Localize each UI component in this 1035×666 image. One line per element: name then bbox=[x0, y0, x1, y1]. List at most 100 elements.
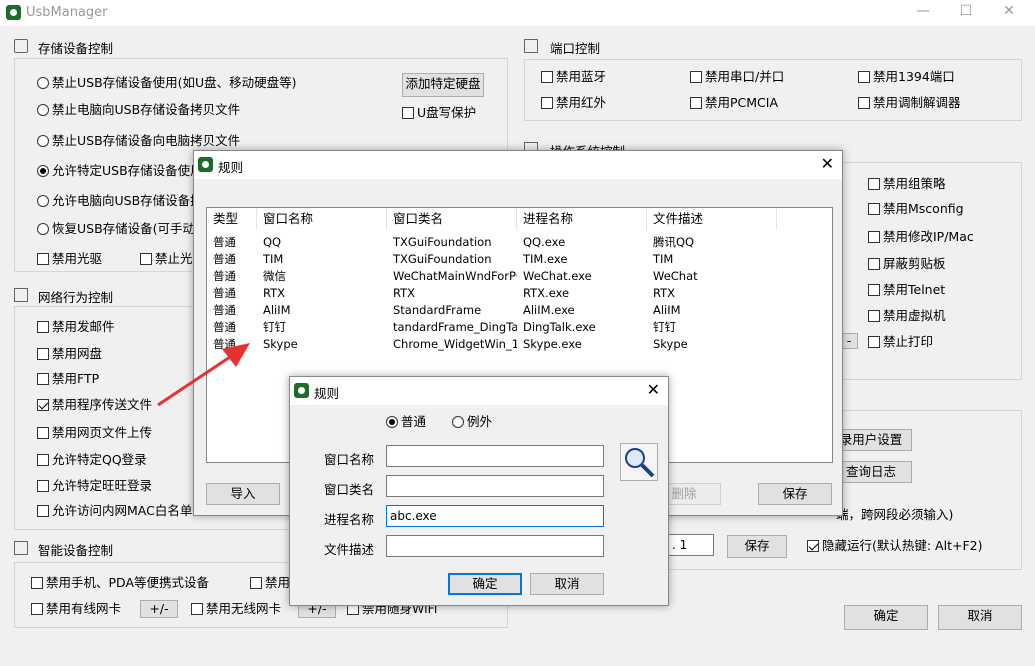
checkbox-icon bbox=[37, 253, 49, 265]
table-row[interactable]: 普通 Skype Chrome_WidgetWin_1 Skype.exe Skype bbox=[207, 336, 827, 353]
table-row[interactable]: 普通 钉钉 tandardFrame_DingTalk DingTalk.exe 钉钉 bbox=[207, 319, 827, 336]
network-item[interactable]: 禁用网页文件上传 bbox=[37, 424, 152, 442]
port-item[interactable]: 禁用PCMCIA bbox=[690, 94, 778, 112]
main-cancel-button[interactable]: 取消 bbox=[938, 605, 1022, 630]
col-file-desc[interactable]: 文件描述 bbox=[647, 208, 777, 230]
os-item[interactable]: 禁用虚拟机 bbox=[868, 307, 946, 325]
network-item[interactable]: 禁用FTP bbox=[37, 370, 99, 388]
wired-plusminus-button[interactable]: +/- bbox=[140, 600, 178, 618]
port-item[interactable]: 禁用调制解调器 bbox=[858, 94, 961, 112]
table-cell: TXGuiFoundation bbox=[393, 235, 492, 249]
table-row[interactable]: 普通 AliIM StandardFrame AliIM.exe AliIM bbox=[207, 302, 827, 319]
table-cell: WeChat bbox=[653, 269, 698, 283]
save-settings-button[interactable]: 保存 bbox=[727, 535, 787, 558]
os-item[interactable]: 禁止打印 bbox=[868, 333, 933, 351]
radio-label: 允许电脑向USB存储设备拷 bbox=[52, 193, 203, 208]
rule-dialog-close-icon[interactable]: ✕ bbox=[647, 380, 660, 399]
port-item[interactable]: 禁用红外 bbox=[541, 94, 606, 112]
table-cell: DingTalk.exe bbox=[523, 320, 596, 334]
network-icon bbox=[14, 288, 28, 302]
hide-run-checkbox[interactable]: 隐藏运行(默认热键: Alt+F2) bbox=[807, 537, 982, 555]
rule-cancel-button[interactable]: 取消 bbox=[530, 573, 604, 595]
rule-ok-button[interactable]: 确定 bbox=[448, 573, 522, 595]
process-name-field[interactable]: abc.exe bbox=[386, 505, 604, 527]
os-item[interactable]: 屏蔽剪贴板 bbox=[868, 255, 946, 273]
os-item[interactable]: 禁用组策略 bbox=[868, 175, 946, 193]
rule-dialog-titlebar: 规则 ✕ bbox=[290, 377, 668, 405]
network-item[interactable]: 禁用程序传送文件 bbox=[37, 396, 152, 414]
disable-cdrom-checkbox[interactable]: 禁用光驱 bbox=[37, 250, 102, 268]
checkbox-icon bbox=[868, 203, 880, 215]
disable-wireless-nic-checkbox[interactable]: 禁用无线网卡 bbox=[191, 600, 281, 618]
disable-other-checkbox[interactable]: 禁止光 bbox=[140, 250, 193, 268]
table-cell: RTX bbox=[263, 286, 286, 300]
disable-phone-checkbox[interactable]: 禁用手机、PDA等便携式设备 bbox=[31, 574, 209, 592]
usb-write-protect-checkbox[interactable]: U盘写保护 bbox=[402, 104, 476, 122]
file-desc-field[interactable] bbox=[386, 535, 604, 557]
app-icon bbox=[6, 5, 21, 20]
network-item[interactable]: 禁用发邮件 bbox=[37, 318, 115, 336]
close-button[interactable]: ✕ bbox=[994, 3, 1024, 23]
window-name-field[interactable] bbox=[386, 445, 604, 467]
rules-save-button[interactable]: 保存 bbox=[758, 483, 832, 505]
window-name-label: 窗口名称 bbox=[324, 452, 375, 467]
arrow-line bbox=[157, 351, 237, 407]
radio-allow-specific-usb[interactable]: 允许特定USB存储设备使用 bbox=[37, 162, 203, 180]
checkbox-icon bbox=[37, 427, 49, 439]
add-specific-disk-button[interactable]: 添加特定硬盘 bbox=[402, 73, 484, 97]
col-window-name[interactable]: 窗口名称 bbox=[257, 208, 387, 230]
import-button[interactable]: 导入 bbox=[206, 483, 280, 505]
col-type[interactable]: 类型 bbox=[207, 208, 257, 230]
table-cell: QQ.exe bbox=[523, 235, 566, 249]
table-row[interactable]: 普通 QQ TXGuiFoundation QQ.exe 腾讯QQ bbox=[207, 234, 827, 251]
radio-allow-copy-to-usb[interactable]: 允许电脑向USB存储设备拷 bbox=[37, 192, 203, 210]
table-cell: 普通 bbox=[213, 320, 236, 334]
port-item[interactable]: 禁用蓝牙 bbox=[541, 68, 606, 86]
col-process-name[interactable]: 进程名称 bbox=[517, 208, 647, 230]
network-item[interactable]: 禁用网盘 bbox=[37, 345, 102, 363]
table-row[interactable]: 普通 RTX RTX RTX.exe RTX bbox=[207, 285, 827, 302]
table-cell: AliIM bbox=[263, 303, 291, 317]
ip-field[interactable]: . 1 bbox=[668, 534, 714, 556]
radio-label: 禁止USB存储设备向电脑拷贝文件 bbox=[52, 133, 241, 148]
os-item[interactable]: 禁用Msconfig bbox=[868, 200, 964, 218]
network-item[interactable]: 允许特定旺旺登录 bbox=[37, 477, 152, 495]
rule-edit-dialog: 规则 ✕ 普通 例外 窗口名称 窗口类名 进程名称 abc.exe 文件描述 确… bbox=[289, 376, 669, 606]
disable-other-device-checkbox[interactable]: 禁用 bbox=[250, 574, 290, 592]
checkbox-icon bbox=[541, 97, 553, 109]
radio-disable-copy-from-usb[interactable]: 禁止USB存储设备向电脑拷贝文件 bbox=[37, 132, 240, 150]
main-ok-button[interactable]: 确定 bbox=[844, 605, 928, 630]
network-item[interactable]: 允许特定QQ登录 bbox=[37, 451, 147, 469]
network-item[interactable]: 允许访问内网MAC白名单 bbox=[37, 502, 192, 520]
checkbox-label: 禁用虚拟机 bbox=[883, 308, 946, 323]
checkbox-label: 禁用网盘 bbox=[52, 346, 103, 361]
radio-icon bbox=[37, 165, 49, 177]
maximize-button[interactable]: ☐ bbox=[951, 3, 981, 23]
checkbox-label: 禁止光 bbox=[155, 251, 193, 266]
os-item[interactable]: 禁用修改IP/Mac bbox=[868, 228, 974, 246]
checkbox-label: U盘写保护 bbox=[417, 105, 477, 120]
radio-disable-copy-to-usb[interactable]: 禁止电脑向USB存储设备拷贝文件 bbox=[37, 101, 240, 119]
radio-normal[interactable]: 普通 bbox=[386, 413, 426, 431]
radio-exception[interactable]: 例外 bbox=[452, 413, 492, 431]
radio-icon bbox=[452, 416, 464, 428]
col-window-class[interactable]: 窗口类名 bbox=[387, 208, 517, 230]
checkbox-icon bbox=[402, 107, 414, 119]
port-item[interactable]: 禁用串口/并口 bbox=[690, 68, 784, 86]
rules-dialog-close-icon[interactable]: ✕ bbox=[821, 154, 834, 173]
minimize-button[interactable]: — bbox=[908, 3, 938, 23]
checkbox-icon bbox=[690, 71, 702, 83]
radio-label: 恢复USB存储设备(可手动 bbox=[52, 221, 196, 236]
table-row[interactable]: 普通 TIM TXGuiFoundation TIM.exe TIM bbox=[207, 251, 827, 268]
find-window-button[interactable] bbox=[620, 443, 658, 481]
radio-restore-usb[interactable]: 恢复USB存储设备(可手动 bbox=[37, 220, 195, 238]
radio-disable-usb-storage[interactable]: 禁止USB存储设备使用(如U盘、移动硬盘等) bbox=[37, 74, 297, 92]
rules-dialog-title: 规则 bbox=[218, 160, 244, 175]
os-item[interactable]: 禁用Telnet bbox=[868, 281, 945, 299]
table-cell: StandardFrame bbox=[393, 303, 482, 317]
checkbox-label: 禁用网页文件上传 bbox=[52, 425, 153, 440]
disable-wired-nic-checkbox[interactable]: 禁用有线网卡 bbox=[31, 600, 121, 618]
window-class-field[interactable] bbox=[386, 475, 604, 497]
table-row[interactable]: 普通 微信 WeChatMainWndForPC WeChat.exe WeChat bbox=[207, 268, 827, 285]
port-item[interactable]: 禁用1394端口 bbox=[858, 68, 955, 86]
